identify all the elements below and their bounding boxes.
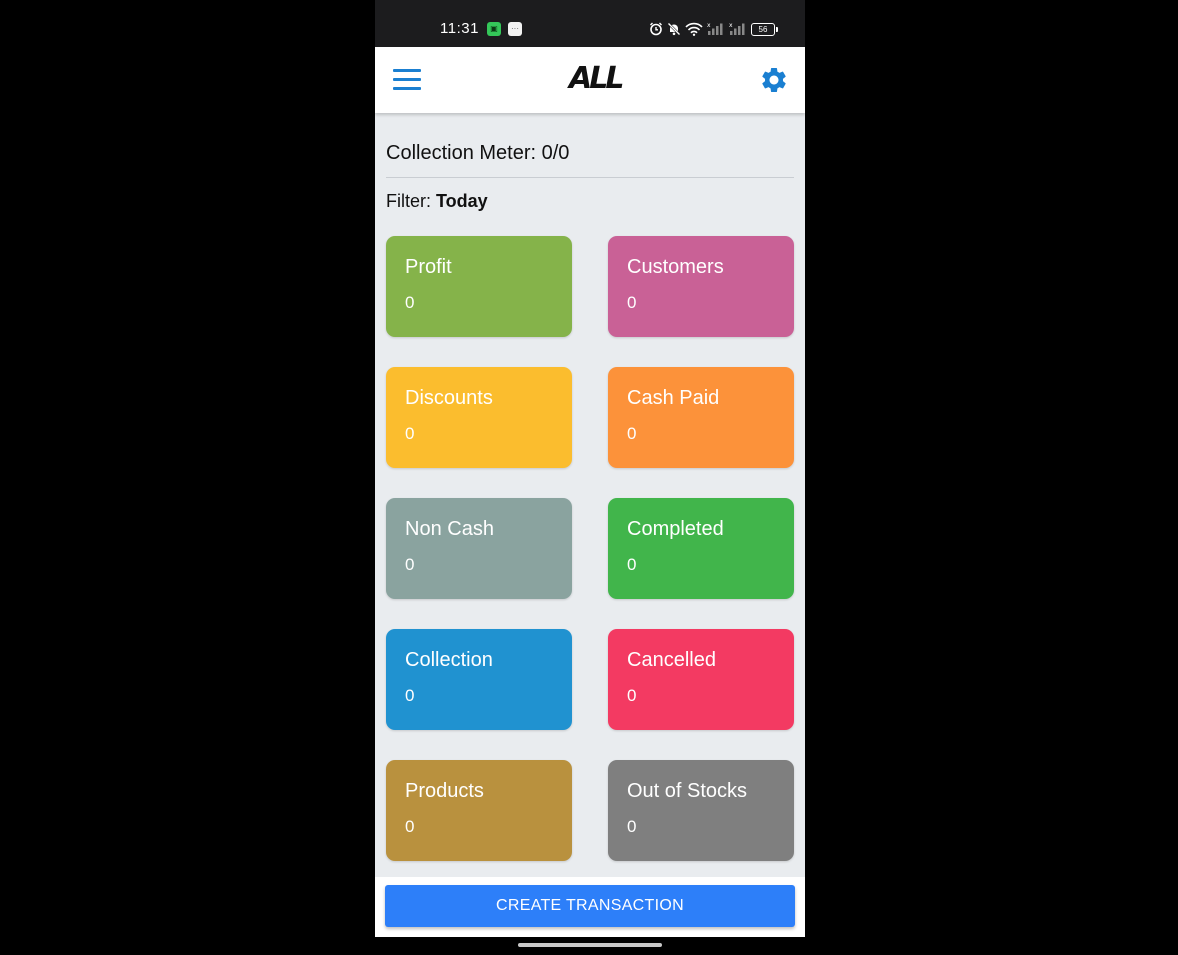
wifi-icon xyxy=(685,22,703,36)
card-value: 0 xyxy=(405,293,415,312)
card-title: Products xyxy=(405,780,484,802)
card-value: 0 xyxy=(405,686,415,705)
footer-bar: CREATE TRANSACTION xyxy=(375,877,805,937)
card-title: Cash Paid xyxy=(627,387,720,409)
card-title: Out of Stocks xyxy=(627,780,748,802)
message-notification-icon: ··· xyxy=(508,22,522,36)
status-time: 11:31 xyxy=(440,20,479,37)
card-cash-paid[interactable]: Cash Paid 0 xyxy=(608,367,794,468)
card-out-of-stocks[interactable]: Out of Stocks 0 xyxy=(608,760,794,861)
card-discounts[interactable]: Discounts 0 xyxy=(386,367,572,468)
dashboard-content: Collection Meter: 0/0 Filter: Today Prof… xyxy=(386,113,794,861)
app-header: ALL xyxy=(375,47,805,113)
logo-text: ALL xyxy=(569,61,624,96)
battery-icon: 56 xyxy=(751,22,778,36)
card-non-cash[interactable]: Non Cash 0 xyxy=(386,498,572,599)
svg-text:x: x xyxy=(707,22,711,29)
svg-text:x: x xyxy=(729,22,733,29)
home-indicator[interactable] xyxy=(518,943,662,947)
card-value: 0 xyxy=(405,555,415,574)
phone-screen: 11:31 ▣ ··· x x 56 ALL Collection Meter:… xyxy=(375,0,805,955)
card-value: 0 xyxy=(627,293,637,312)
card-customers[interactable]: Customers 0 xyxy=(608,236,794,337)
card-title: Non Cash xyxy=(405,518,494,540)
card-value: 0 xyxy=(405,424,415,443)
status-bar: 11:31 ▣ ··· x x 56 xyxy=(375,0,805,47)
filter-label: Filter: xyxy=(386,191,431,211)
card-value: 0 xyxy=(627,555,637,574)
mute-icon xyxy=(667,22,681,36)
card-collection[interactable]: Collection 0 xyxy=(386,629,572,730)
gear-icon[interactable] xyxy=(759,65,789,95)
card-title: Customers xyxy=(627,256,724,278)
card-title: Cancelled xyxy=(627,649,716,671)
filter-row[interactable]: Filter: Today xyxy=(386,191,794,212)
card-products[interactable]: Products 0 xyxy=(386,760,572,861)
card-title: Collection xyxy=(405,649,493,671)
card-profit[interactable]: Profit 0 xyxy=(386,236,572,337)
card-title: Discounts xyxy=(405,387,493,409)
app-notification-icon: ▣ xyxy=(487,22,501,36)
collection-meter: Collection Meter: 0/0 xyxy=(386,142,794,178)
status-icons: x x 56 xyxy=(649,20,778,38)
signal-icon: x xyxy=(707,22,723,35)
card-cancelled[interactable]: Cancelled 0 xyxy=(608,629,794,730)
hamburger-menu-icon[interactable] xyxy=(393,69,421,91)
card-completed[interactable]: Completed 0 xyxy=(608,498,794,599)
alarm-icon xyxy=(650,22,662,36)
card-value: 0 xyxy=(627,817,637,836)
filter-value[interactable]: Today xyxy=(436,191,488,211)
card-title: Profit xyxy=(405,256,452,278)
app-logo: ALL xyxy=(569,63,625,95)
card-value: 0 xyxy=(627,424,637,443)
card-title: Completed xyxy=(627,518,724,540)
signal-icon: x xyxy=(729,22,745,35)
card-value: 0 xyxy=(627,686,637,705)
card-value: 0 xyxy=(405,817,415,836)
create-transaction-button[interactable]: CREATE TRANSACTION xyxy=(385,885,795,927)
system-nav-bar xyxy=(375,937,805,955)
